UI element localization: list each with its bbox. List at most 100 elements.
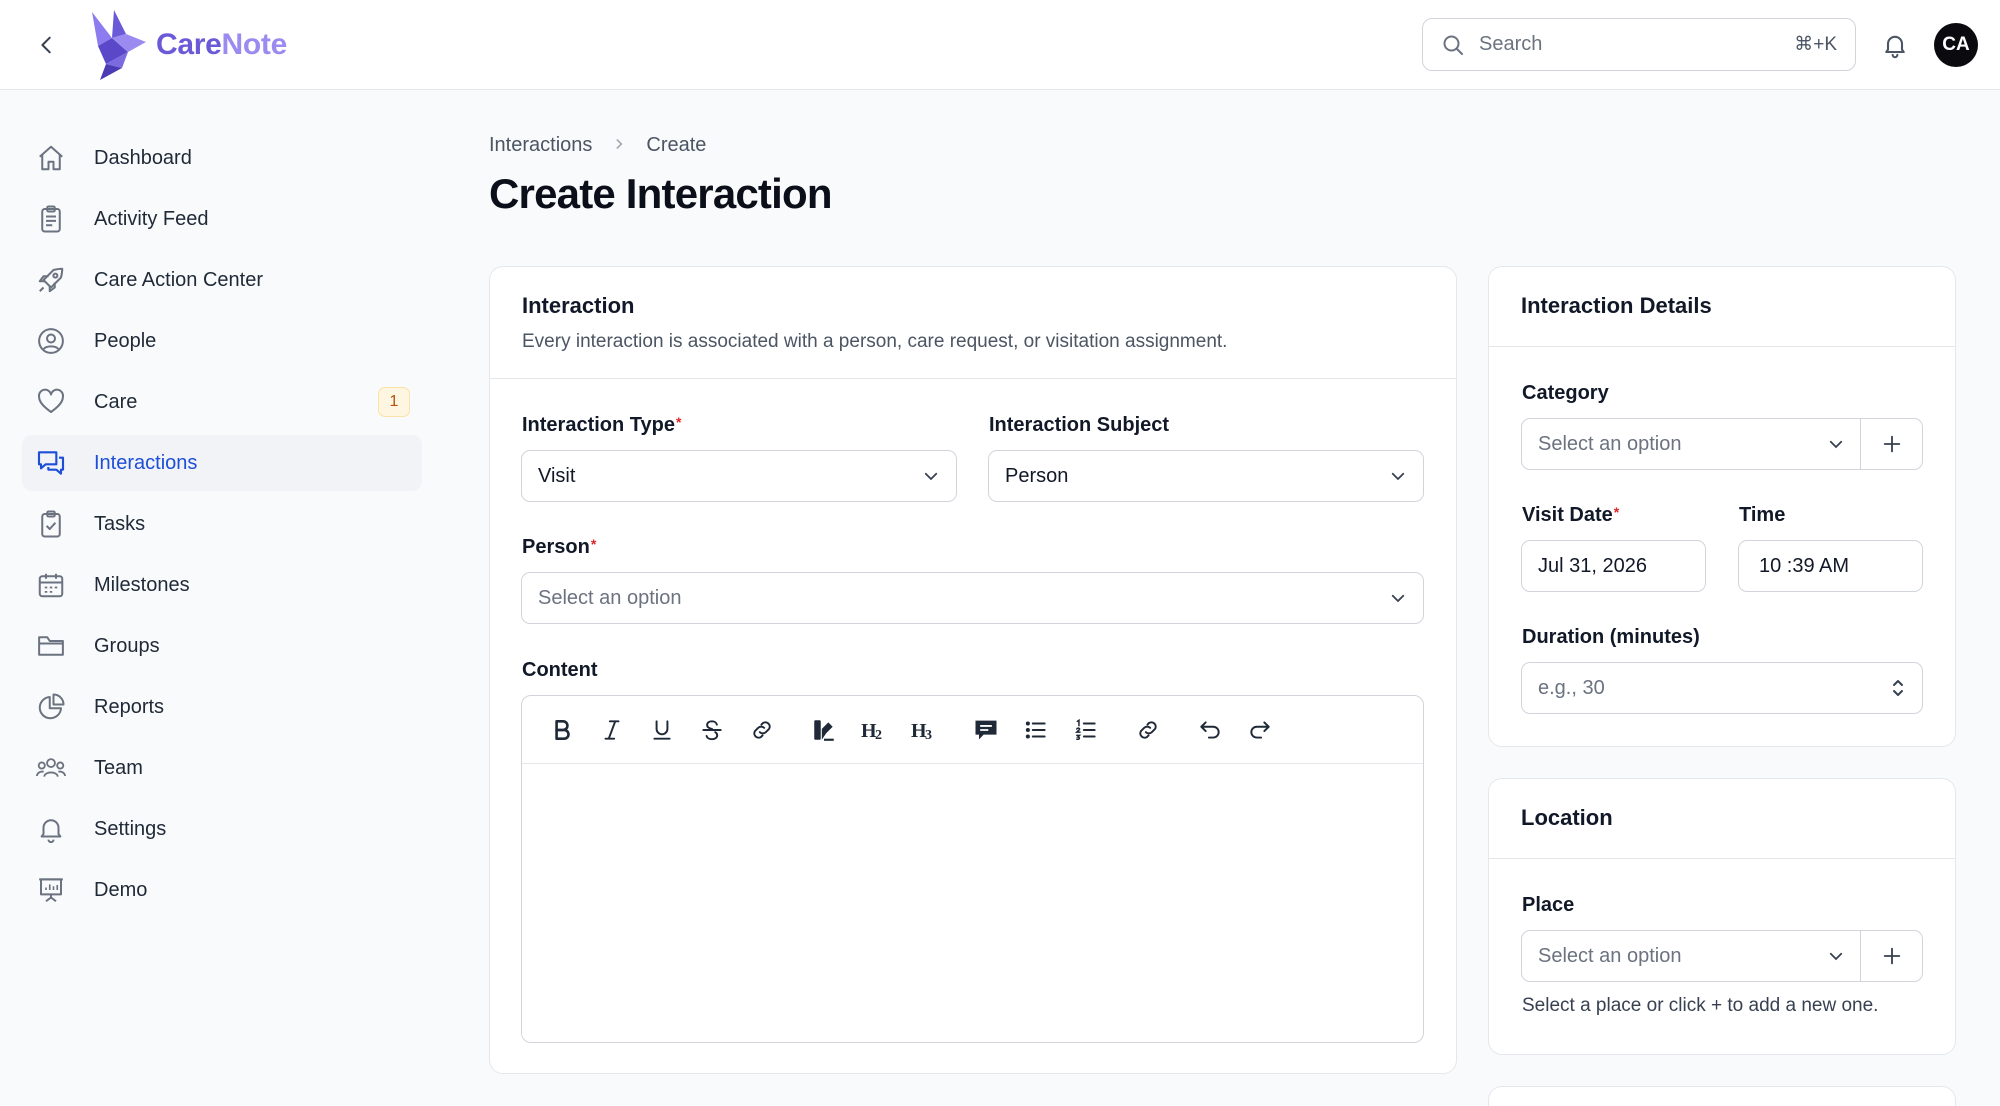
time-label: Time — [1739, 504, 1786, 526]
sidebar-item-label: Team — [94, 756, 143, 779]
location-card-title: Location — [1521, 805, 1613, 830]
bird-logo-icon — [92, 10, 146, 80]
details-card-header: Interaction Details — [1489, 267, 1955, 347]
bullet-list-icon — [1025, 720, 1046, 739]
numbered-list-icon — [1074, 718, 1096, 740]
bold-button[interactable] — [542, 710, 582, 750]
comment-button[interactable] — [966, 710, 1006, 750]
undo-icon — [1200, 720, 1220, 739]
sidebar-item-care-action-center[interactable]: Care Action Center — [22, 252, 422, 308]
sidebar-item-groups[interactable]: Groups — [22, 618, 422, 674]
sidebar-item-interactions[interactable]: Interactions — [22, 435, 422, 491]
category-select[interactable]: Select an option — [1521, 418, 1862, 470]
bold-icon — [555, 719, 570, 740]
person-label: Person* — [522, 536, 597, 558]
sidebar-item-demo[interactable]: Demo — [22, 862, 422, 918]
person-placeholder: Select an option — [538, 586, 682, 609]
sidebar-item-label: Reports — [94, 695, 165, 718]
clipboard-check-icon — [34, 507, 68, 541]
search-icon — [1443, 35, 1463, 55]
italic-button[interactable] — [592, 710, 632, 750]
editor-toolbar: H2 H3 — [522, 696, 1423, 764]
sidebar-item-label: Dashboard — [94, 146, 192, 169]
back-button[interactable] — [30, 28, 64, 62]
link-button[interactable] — [742, 710, 782, 750]
sidebar-item-label: People — [94, 329, 157, 352]
time-input[interactable]: 10 :39 AM — [1738, 540, 1923, 592]
place-select[interactable]: Select an option — [1521, 930, 1862, 982]
rocket-icon — [34, 263, 68, 297]
notifications-button[interactable] — [1876, 26, 1914, 64]
sidebar-item-label: Groups — [94, 634, 160, 657]
breadcrumb-current: Create — [646, 134, 707, 156]
strikethrough-button[interactable] — [692, 710, 732, 750]
category-placeholder: Select an option — [1538, 432, 1682, 455]
stepper-icon[interactable] — [1890, 676, 1906, 700]
person-select[interactable]: Select an option — [521, 572, 1424, 624]
sidebar: Dashboard Activity Feed Care Action Cent… — [22, 130, 422, 923]
carenote-logo[interactable]: CareNote — [88, 8, 287, 82]
content-label: Content — [522, 659, 598, 681]
presentation-icon — [34, 873, 68, 907]
calendar-icon — [34, 568, 68, 602]
place-helper-text: Select a place or click + to add a new o… — [1522, 995, 1879, 1016]
chevron-down-icon — [1829, 440, 1843, 449]
interaction-subject-label: Interaction Subject — [989, 414, 1170, 436]
interaction-card-title: Interaction — [522, 293, 635, 318]
app-name: CareNote — [156, 28, 287, 61]
numbered-list-button[interactable] — [1066, 710, 1106, 750]
add-category-button[interactable] — [1860, 418, 1923, 470]
place-label: Place — [1522, 894, 1575, 916]
required-marker: * — [1613, 504, 1620, 520]
required-marker: * — [676, 414, 682, 430]
heart-icon — [34, 385, 68, 419]
sidebar-item-settings[interactable]: Settings — [22, 801, 422, 857]
breadcrumb-interactions-link[interactable]: Interactions — [489, 134, 592, 157]
editor-content-area[interactable] — [522, 764, 1423, 1042]
link-icon — [753, 720, 771, 739]
highlight-icon — [814, 719, 834, 741]
add-place-button[interactable] — [1860, 930, 1923, 982]
redo-icon — [1250, 720, 1270, 739]
duration-input[interactable]: e.g., 30 — [1521, 662, 1923, 714]
sidebar-item-care[interactable]: Care 1 — [22, 374, 422, 430]
interaction-card-header: Interaction Every interaction is associa… — [490, 267, 1456, 379]
sidebar-item-team[interactable]: Team — [22, 740, 422, 796]
svg-text:3: 3 — [925, 728, 932, 743]
comment-icon — [975, 720, 997, 739]
required-marker: * — [590, 536, 597, 552]
avatar[interactable]: CA — [1934, 23, 1978, 67]
folder-icon — [34, 629, 68, 663]
chevron-down-icon — [1391, 472, 1405, 481]
heading3-button[interactable]: H3 — [904, 710, 944, 750]
sidebar-item-label: Activity Feed — [94, 207, 209, 230]
highlight-button[interactable] — [804, 710, 844, 750]
sidebar-item-label: Milestones — [94, 573, 190, 596]
redo-button[interactable] — [1240, 710, 1280, 750]
undo-button[interactable] — [1190, 710, 1230, 750]
interaction-type-value: Visit — [538, 464, 576, 487]
underline-button[interactable] — [642, 710, 682, 750]
duration-label: Duration (minutes) — [1522, 626, 1700, 648]
sidebar-item-tasks[interactable]: Tasks — [22, 496, 422, 552]
sidebar-item-milestones[interactable]: Milestones — [22, 557, 422, 613]
underline-icon — [653, 719, 671, 740]
visit-date-label: Visit Date* — [1522, 504, 1620, 526]
interaction-subject-select[interactable]: Person — [988, 450, 1424, 502]
search-input[interactable]: Search ⌘+K — [1422, 18, 1856, 71]
sidebar-item-reports[interactable]: Reports — [22, 679, 422, 735]
search-shortcut: ⌘+K — [1794, 34, 1837, 55]
pie-chart-icon — [34, 690, 68, 724]
interaction-type-select[interactable]: Visit — [521, 450, 957, 502]
interaction-card-description: Every interaction is associated with a p… — [522, 331, 1228, 352]
sidebar-item-people[interactable]: People — [22, 313, 422, 369]
attachment-button[interactable] — [1128, 710, 1168, 750]
visit-date-input[interactable]: Jul 31, 2026 — [1521, 540, 1706, 592]
sidebar-item-activity-feed[interactable]: Activity Feed — [22, 191, 422, 247]
heading2-button[interactable]: H2 — [854, 710, 894, 750]
bullet-list-button[interactable] — [1016, 710, 1056, 750]
chevron-down-icon — [1829, 952, 1843, 961]
sidebar-item-label: Care Action Center — [94, 268, 263, 291]
clipboard-icon — [34, 202, 68, 236]
sidebar-item-dashboard[interactable]: Dashboard — [22, 130, 422, 186]
